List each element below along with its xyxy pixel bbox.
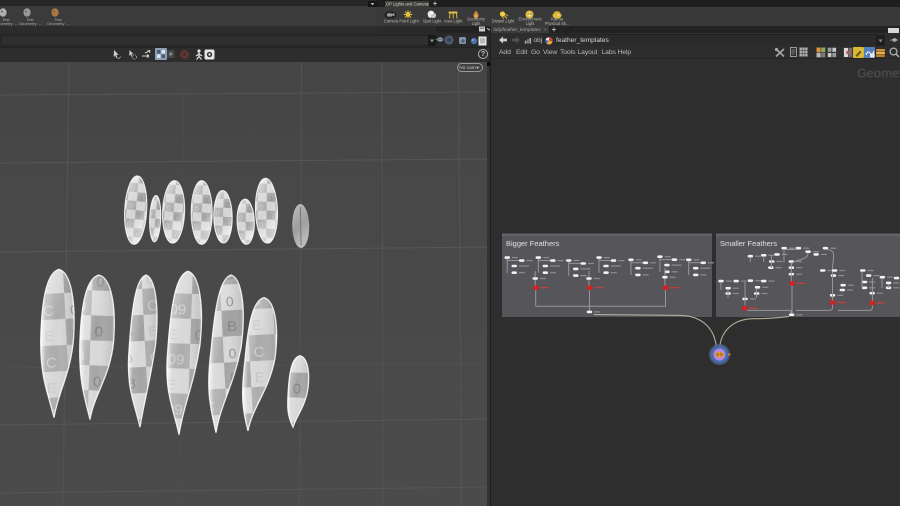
svg-text:No cam: No cam bbox=[459, 65, 476, 71]
svg-text:Smaller Feathers: Smaller Feathers bbox=[720, 239, 777, 248]
svg-text:Geometry: Geometry bbox=[857, 66, 900, 81]
svg-text:Geometry ...: Geometry ... bbox=[47, 21, 69, 26]
svg-text:LOP Lights and Cameras: LOP Lights and Cameras bbox=[385, 2, 429, 7]
svg-text:Bigger Feathers: Bigger Feathers bbox=[506, 239, 560, 248]
svg-text:Geometry ...: Geometry ... bbox=[19, 21, 41, 26]
